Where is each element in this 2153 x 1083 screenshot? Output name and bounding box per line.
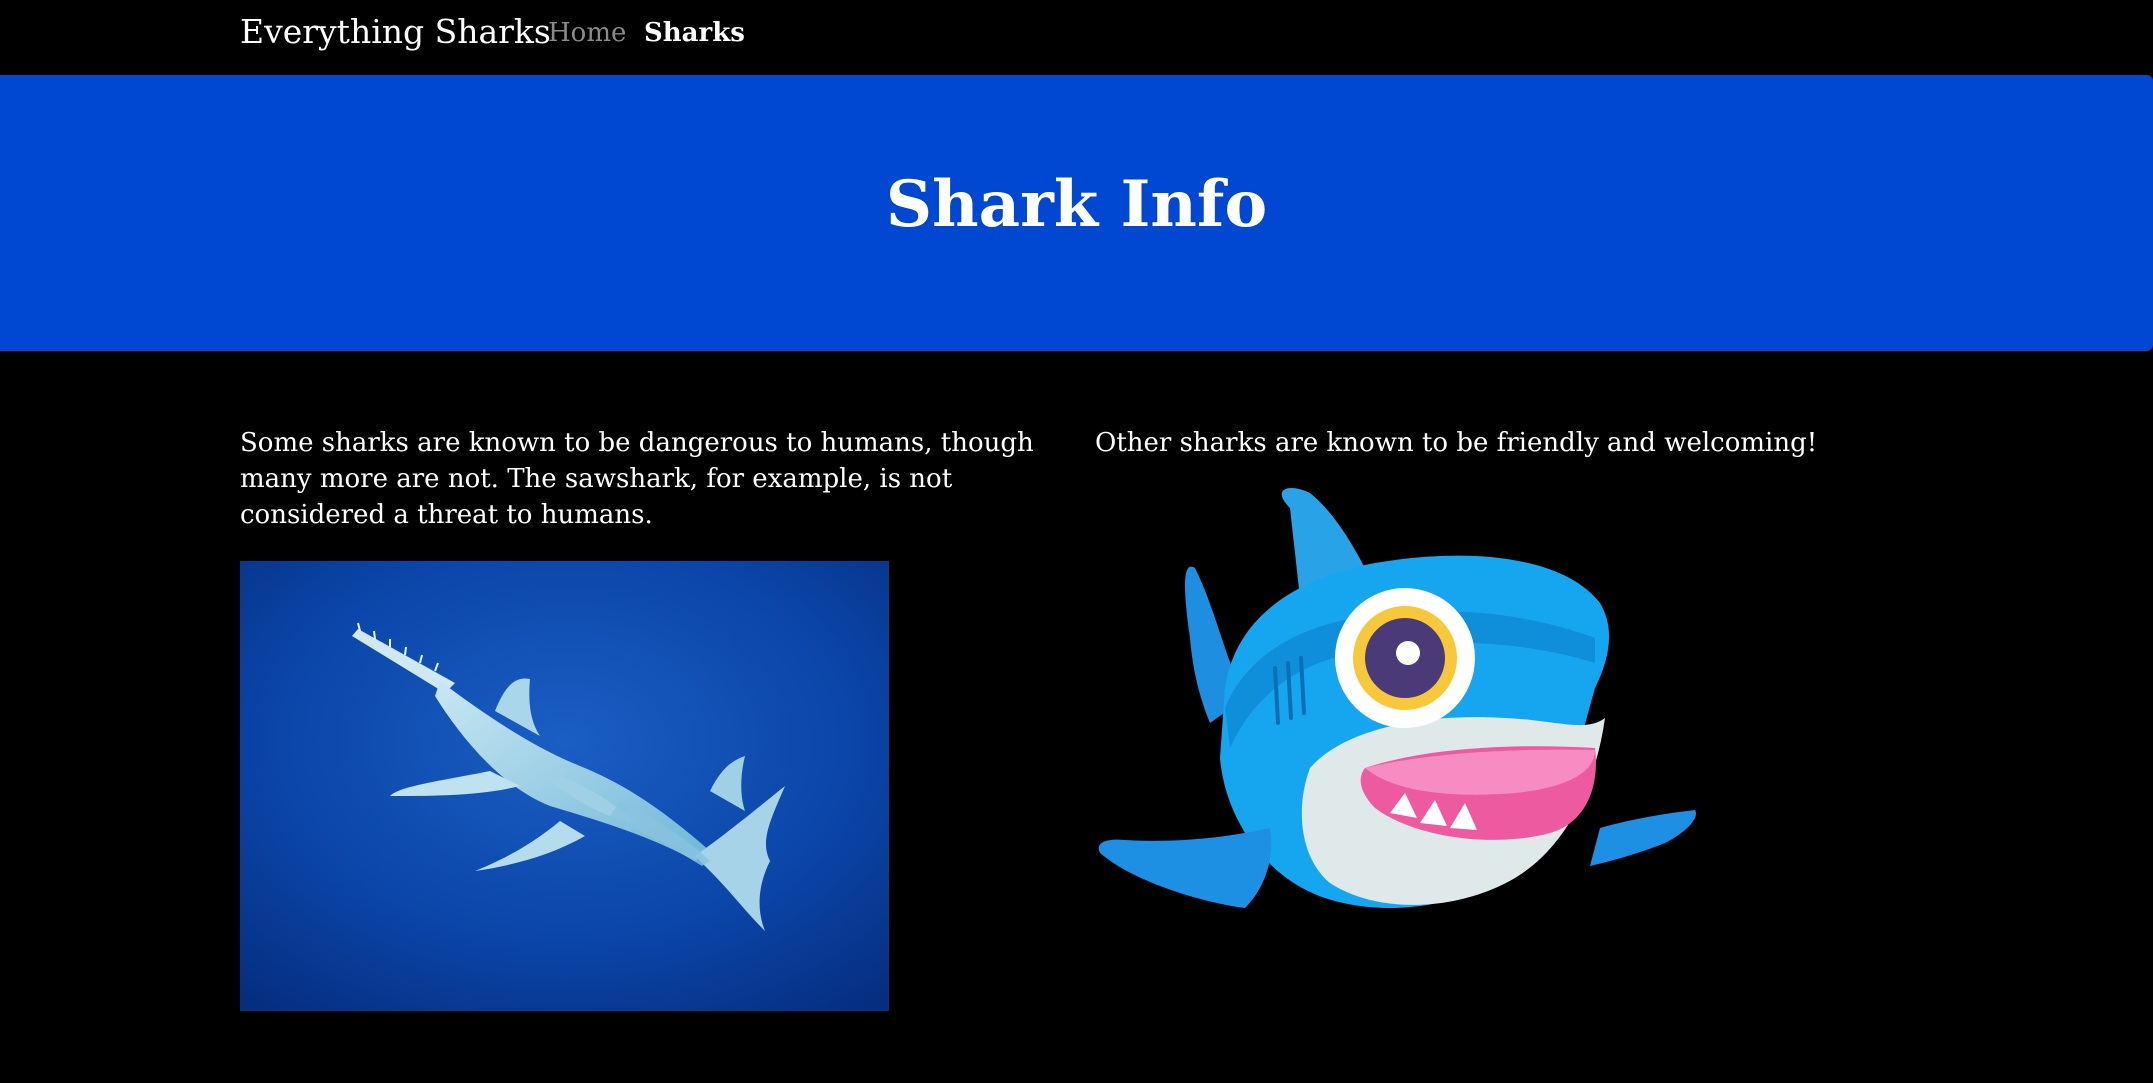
nav-sharks-link[interactable]: Sharks	[644, 18, 745, 48]
friendly-shark-illustration	[1095, 488, 1745, 948]
sawshark-description: Some sharks are known to be dangerous to…	[240, 428, 1034, 530]
sawshark-photo	[240, 561, 889, 1011]
friendly-shark-description: Other sharks are known to be friendly an…	[1095, 428, 1818, 458]
page-title: Shark Info	[885, 167, 1268, 242]
hero-banner: Shark Info	[0, 75, 2153, 351]
nav-home-link[interactable]: Home	[548, 18, 626, 48]
top-navbar: Everything Sharks Home Sharks	[0, 0, 2153, 75]
brand-link[interactable]: Everything Sharks	[240, 12, 551, 51]
